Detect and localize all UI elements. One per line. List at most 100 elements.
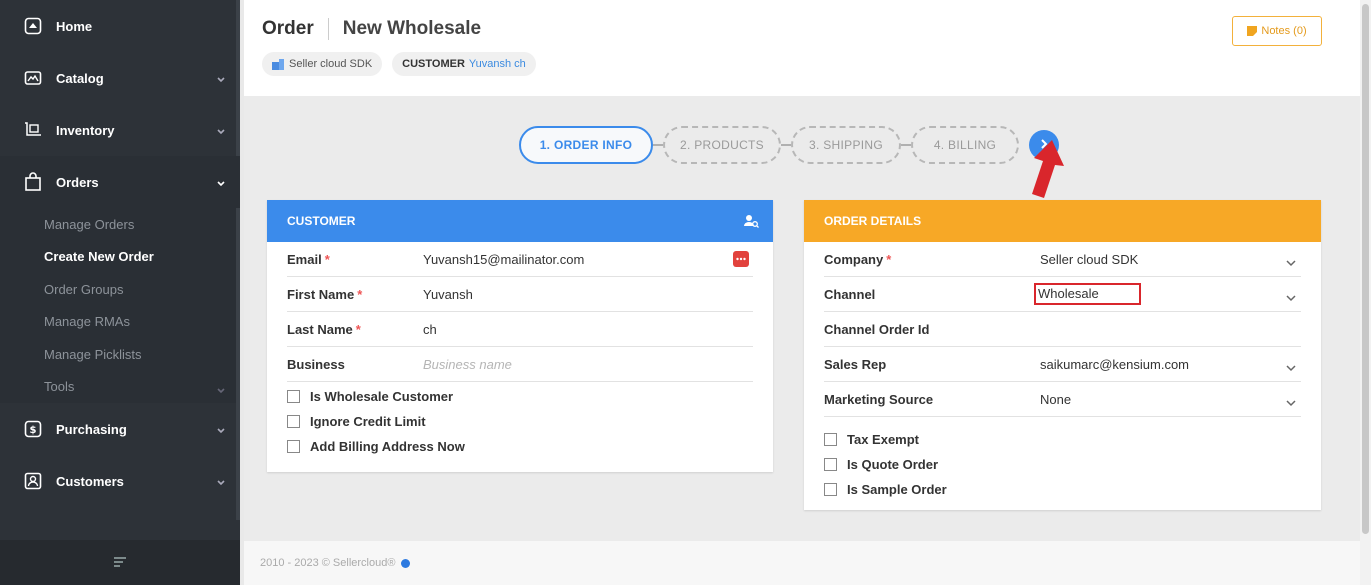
page-scrollbar[interactable] — [1360, 0, 1371, 585]
company-value: Seller cloud SDK — [1040, 251, 1139, 267]
sidebar-item-manage-picklists[interactable]: Manage Picklists — [0, 338, 240, 371]
step-connector — [653, 144, 663, 146]
company-icon — [272, 58, 284, 70]
add-billing-address-checkbox[interactable] — [287, 440, 300, 453]
channel-order-id-field[interactable]: Channel Order Id — [824, 312, 1301, 347]
ignore-credit-limit-checkbox[interactable] — [287, 415, 300, 428]
add-billing-address-checkbox-row[interactable]: Add Billing Address Now — [267, 434, 773, 459]
sales-rep-label: Sales Rep — [824, 356, 887, 372]
sidebar-item-home[interactable]: Home — [0, 0, 240, 52]
sales-rep-value: saikumarc@kensium.com — [1040, 356, 1190, 372]
order-stepper: 1. ORDER INFO 2. PRODUCTS 3. SHIPPING 4.… — [519, 125, 1059, 165]
main-content: Order New Wholesale Seller cloud SDK CUS… — [244, 0, 1360, 585]
home-icon — [22, 16, 44, 36]
order-details-header: ORDER DETAILS — [804, 200, 1321, 242]
step-order-info[interactable]: 1. ORDER INFO — [519, 126, 653, 164]
notes-button-label: Notes (0) — [1261, 25, 1307, 37]
checkbox-label: Is Wholesale Customer — [310, 389, 454, 404]
chevron-down-icon — [216, 124, 226, 139]
checkbox-label: Tax Exempt — [847, 432, 920, 447]
email-label: Email * — [287, 251, 330, 267]
business-field[interactable]: Business Business name — [287, 347, 753, 382]
first-name-value: Yuvansh — [423, 286, 473, 302]
orders-submenu: Manage Orders Create New Order Order Gro… — [0, 208, 240, 403]
is-quote-order-checkbox[interactable] — [824, 458, 837, 471]
note-icon — [1247, 26, 1258, 36]
catalog-icon — [22, 68, 44, 88]
channel-order-id-label: Channel Order Id — [824, 321, 930, 337]
shopping-bag-icon — [22, 172, 44, 192]
customer-chip-key: CUSTOMER — [402, 58, 465, 70]
is-sample-order-checkbox-row[interactable]: Is Sample Order — [804, 477, 1321, 502]
is-quote-order-checkbox-row[interactable]: Is Quote Order — [804, 452, 1321, 477]
step-products[interactable]: 2. PRODUCTS — [663, 126, 781, 164]
ignore-credit-limit-checkbox-row[interactable]: Ignore Credit Limit — [267, 409, 773, 434]
last-name-label: Last Name * — [287, 321, 361, 337]
sidebar-item-label: Home — [56, 18, 93, 34]
annotation-arrow-icon — [1032, 140, 1064, 198]
dollar-icon: $ — [22, 419, 44, 439]
sidebar-item-catalog[interactable]: Catalog — [0, 52, 240, 104]
is-sample-order-checkbox[interactable] — [824, 483, 837, 496]
page-footer: 2010 - 2023 © Sellercloud® — [244, 541, 1360, 585]
sidebar-item-order-groups[interactable]: Order Groups — [0, 273, 240, 306]
customer-card-header: CUSTOMER — [267, 200, 773, 242]
chevron-down-icon — [216, 423, 226, 438]
footer-copyright: 2010 - 2023 © Sellercloud® — [260, 557, 396, 569]
sidebar-item-label: Catalog — [56, 70, 104, 86]
notes-button[interactable]: Notes (0) — [1232, 16, 1322, 46]
sidebar: Home Catalog Inventory Orders Manage Ord… — [0, 0, 240, 585]
sidebar-collapse-button[interactable] — [0, 540, 240, 585]
checkbox-label: Ignore Credit Limit — [310, 414, 426, 429]
is-wholesale-checkbox[interactable] — [287, 390, 300, 403]
first-name-field[interactable]: First Name * Yuvansh — [287, 277, 753, 312]
channel-value: Wholesale — [1034, 283, 1141, 305]
menu-lines-icon — [113, 555, 127, 570]
sidebar-item-create-new-order[interactable]: Create New Order — [0, 241, 240, 274]
chevron-down-icon — [216, 72, 226, 87]
sidebar-item-label: Purchasing — [56, 421, 127, 437]
step-shipping[interactable]: 3. SHIPPING — [791, 126, 901, 164]
chevron-down-icon — [1285, 255, 1297, 270]
channel-label: Channel — [824, 286, 876, 302]
sidebar-item-customers[interactable]: Customers — [0, 455, 240, 507]
last-name-value: ch — [423, 321, 437, 337]
is-wholesale-checkbox-row[interactable]: Is Wholesale Customer — [267, 384, 773, 409]
scrollbar-thumb[interactable] — [1362, 4, 1369, 534]
sales-rep-select[interactable]: Sales Rep saikumarc@kensium.com — [824, 347, 1301, 382]
email-field[interactable]: Email * Yuvansh15@mailinator.com — [287, 242, 753, 277]
tax-exempt-checkbox[interactable] — [824, 433, 837, 446]
customer-chip[interactable]: CUSTOMER Yuvansh ch — [392, 52, 536, 76]
sidebar-item-manage-orders[interactable]: Manage Orders — [0, 208, 240, 241]
sidebar-item-manage-rmas[interactable]: Manage RMAs — [0, 306, 240, 339]
step-billing[interactable]: 4. BILLING — [911, 126, 1019, 164]
search-user-icon[interactable] — [743, 213, 759, 232]
first-name-label: First Name * — [287, 286, 363, 302]
chevron-down-icon — [216, 475, 226, 490]
customer-chip-value: Yuvansh ch — [468, 58, 526, 70]
step-connector — [901, 144, 911, 146]
sidebar-item-label: Inventory — [56, 122, 115, 138]
tax-exempt-checkbox-row[interactable]: Tax Exempt — [804, 427, 1321, 452]
channel-select[interactable]: Channel Wholesale — [824, 277, 1301, 312]
chevron-down-icon — [216, 383, 226, 398]
sidebar-item-orders[interactable]: Orders — [0, 156, 240, 208]
order-details-title: ORDER DETAILS — [824, 214, 922, 228]
marketing-source-select[interactable]: Marketing Source None — [824, 382, 1301, 417]
order-details-card: ORDER DETAILS Company * Seller cloud SDK … — [804, 200, 1321, 510]
sidebar-item-tools[interactable]: Tools — [0, 371, 240, 404]
customer-card: CUSTOMER Email * Yuvansh15@mailinator.com… — [267, 200, 773, 472]
chevron-down-icon — [1285, 360, 1297, 375]
sidebar-item-inventory[interactable]: Inventory — [0, 104, 240, 156]
info-icon[interactable] — [401, 558, 411, 568]
more-options-icon[interactable] — [733, 251, 749, 267]
company-label: Company * — [824, 251, 892, 267]
company-chip[interactable]: Seller cloud SDK — [262, 52, 383, 76]
company-select[interactable]: Company * Seller cloud SDK — [824, 242, 1301, 277]
company-chip-label: Seller cloud SDK — [289, 58, 373, 70]
checkbox-label: Is Quote Order — [847, 457, 939, 472]
chevron-down-icon — [216, 176, 226, 191]
last-name-field[interactable]: Last Name * ch — [287, 312, 753, 347]
step-connector — [781, 144, 791, 146]
sidebar-item-purchasing[interactable]: $ Purchasing — [0, 403, 240, 455]
